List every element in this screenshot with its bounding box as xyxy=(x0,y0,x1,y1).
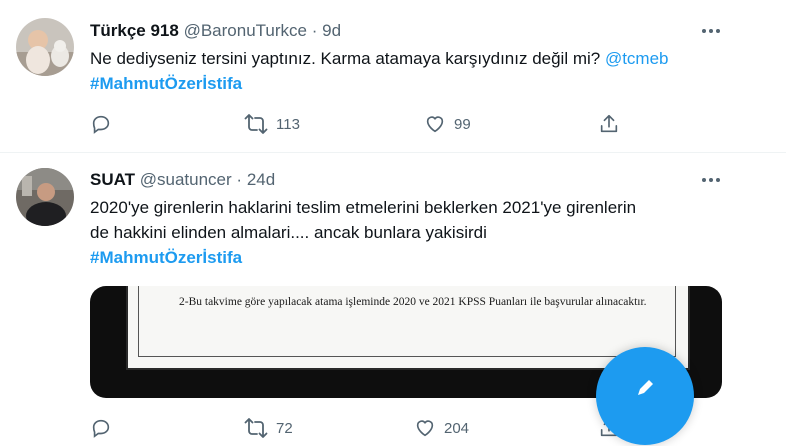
more-options-button[interactable] xyxy=(697,169,725,191)
share-button[interactable] xyxy=(598,111,620,137)
avatar[interactable] xyxy=(16,18,74,76)
author-handle[interactable]: @suatuncer xyxy=(140,170,232,189)
tweet-text-body: Ne dediyseniz tersini yaptınız. Karma at… xyxy=(90,49,605,68)
heart-icon xyxy=(426,116,444,133)
document-photo: 2-Bu takvime göre yapılacak atama işlemi… xyxy=(126,286,690,370)
document-border: 2-Bu takvime göre yapılacak atama işlemi… xyxy=(138,286,676,357)
mention-link[interactable]: @tcmeb xyxy=(605,49,669,68)
heart-icon xyxy=(416,420,434,437)
like-button[interactable]: 99 xyxy=(424,111,471,137)
tweet-timestamp[interactable]: 9d xyxy=(322,21,341,40)
tweet-text-line-2: de hakkini elinden almalari.... ancak bu… xyxy=(90,223,487,242)
retweet-icon xyxy=(244,114,268,134)
document-text: 2-Bu takvime göre yapılacak atama işlemi… xyxy=(179,296,647,308)
author-name[interactable]: SUAT xyxy=(90,170,135,189)
tweet-header: SUAT @suatuncer · 24d xyxy=(90,169,275,191)
retweet-count: 113 xyxy=(276,115,300,133)
hashtag-link[interactable]: #MahmutÖzerİstifa xyxy=(90,74,242,93)
timeline-feed: Türkçe 918 @BaronuTurkce · 9d Ne dediyse… xyxy=(0,0,786,446)
tweet-text: 2020'ye girenlerin haklarini teslim etme… xyxy=(90,195,636,220)
like-count: 204 xyxy=(444,419,470,437)
tweet-timestamp[interactable]: 24d xyxy=(247,170,275,189)
more-options-button[interactable] xyxy=(697,20,725,42)
like-button[interactable]: 204 xyxy=(414,415,469,441)
separator-dot: · xyxy=(311,21,318,40)
retweet-count: 72 xyxy=(276,419,293,437)
retweet-icon xyxy=(244,418,268,438)
more-icon xyxy=(702,29,720,33)
retweet-button[interactable]: 72 xyxy=(244,415,293,441)
share-icon xyxy=(600,114,618,133)
author-handle[interactable]: @BaronuTurkce xyxy=(184,21,307,40)
hashtag-link[interactable]: #MahmutÖzerİstifa xyxy=(90,248,242,267)
reply-icon xyxy=(92,419,110,438)
retweet-button[interactable]: 113 xyxy=(244,111,300,137)
tweet-header: Türkçe 918 @BaronuTurkce · 9d xyxy=(90,20,341,42)
hashtag-line: #MahmutÖzerİstifa xyxy=(90,245,242,270)
reply-button[interactable] xyxy=(90,415,112,441)
compose-tweet-button[interactable] xyxy=(596,347,694,445)
tweet-text-line-1: 2020'ye girenlerin haklarini teslim etme… xyxy=(90,198,637,217)
like-count: 99 xyxy=(454,115,471,133)
author-name[interactable]: Türkçe 918 xyxy=(90,21,179,40)
hashtag-line: #MahmutÖzerİstifa xyxy=(90,71,242,96)
tweet-actions: 72 204 xyxy=(90,415,630,441)
tweet-text: de hakkini elinden almalari.... ancak bu… xyxy=(90,220,487,245)
compose-icon xyxy=(638,380,653,395)
tweet-text: Ne dediyseniz tersini yaptınız. Karma at… xyxy=(90,46,669,71)
more-icon xyxy=(702,178,720,182)
separator-dot: · xyxy=(236,170,243,189)
avatar[interactable] xyxy=(16,168,74,226)
reply-button[interactable] xyxy=(90,111,112,137)
reply-icon xyxy=(92,115,110,134)
tweet-actions: 113 99 xyxy=(90,111,630,137)
tweet[interactable]: Türkçe 918 @BaronuTurkce · 9d Ne dediyse… xyxy=(0,0,786,153)
